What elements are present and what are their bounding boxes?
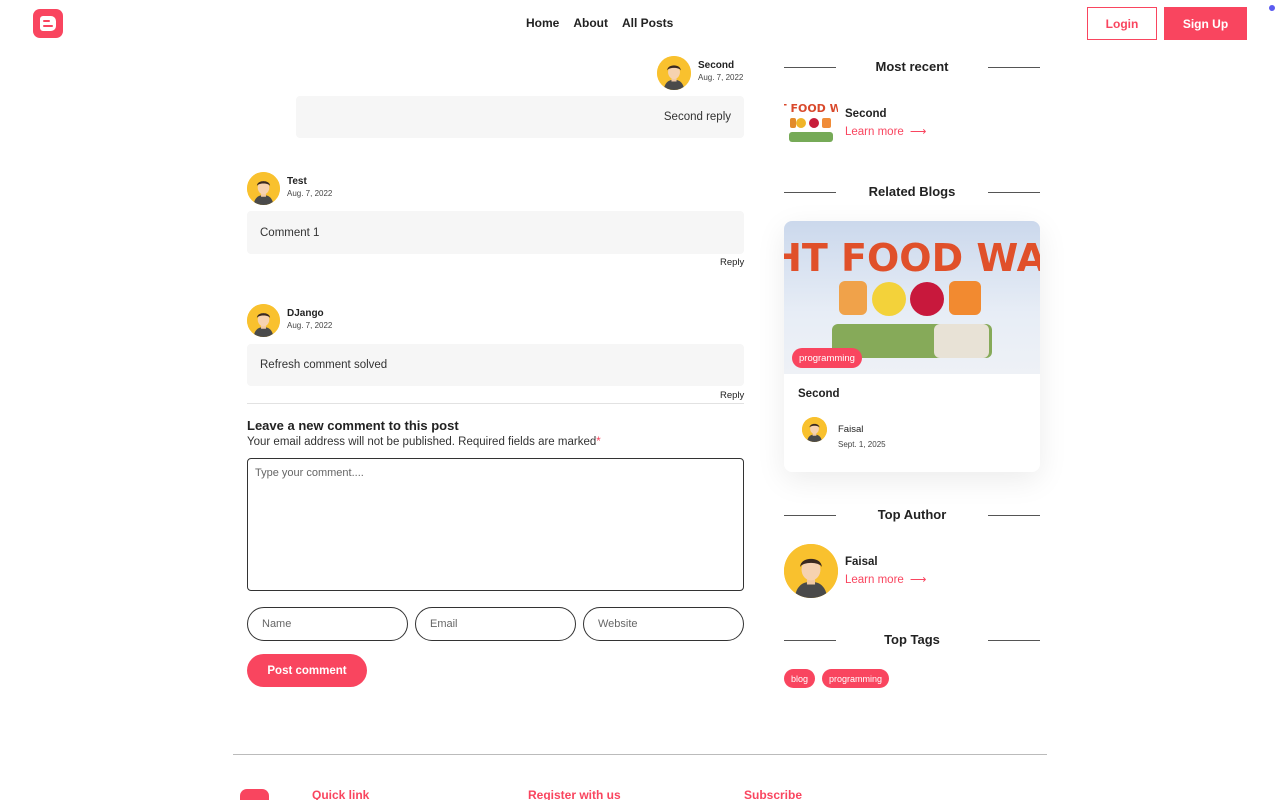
- recent-learn-more-link[interactable]: Learn more ⟶: [845, 124, 926, 138]
- card-author-avatar: [802, 417, 827, 442]
- comment-avatar: [657, 56, 691, 90]
- card-author-name: Faisal: [838, 424, 864, 435]
- arrow-right-icon: ⟶: [909, 126, 927, 138]
- thumb-text-1: FIGHT FOOD WASTE: [784, 102, 838, 115]
- nav-about-link[interactable]: About: [573, 16, 608, 30]
- top-author-avatar[interactable]: [784, 544, 838, 598]
- section-title: Top Tags: [884, 632, 940, 647]
- new-comment-title: Leave a new comment to this post: [247, 418, 459, 433]
- website-input[interactable]: Website: [583, 607, 744, 641]
- top-nav: Home About All Posts Login Sign Up: [0, 0, 1280, 46]
- comment-text: Refresh comment solved: [260, 359, 388, 371]
- related-blogs-heading: Related Blogs: [784, 184, 1040, 200]
- reply-link[interactable]: Reply: [720, 390, 744, 401]
- comment-avatar: [247, 172, 280, 205]
- footer-divider: [233, 754, 1047, 755]
- footer-quick-link-title: Quick link: [312, 788, 370, 800]
- recent-post-title[interactable]: Second: [845, 108, 887, 120]
- name-input[interactable]: Name: [247, 607, 408, 641]
- top-author-name[interactable]: Faisal: [845, 556, 878, 568]
- card-tag-badge[interactable]: programming: [792, 348, 862, 368]
- reply-link[interactable]: Reply: [720, 257, 744, 268]
- related-blog-card[interactable]: FIGHT FOOD WASTE programming Second Fais…: [784, 221, 1040, 472]
- nav-links: Home About All Posts: [526, 16, 673, 30]
- comment-date: Aug. 7, 2022: [698, 73, 744, 82]
- post-comment-button[interactable]: Post comment: [247, 654, 367, 687]
- divider: [247, 403, 744, 404]
- section-title: Top Author: [877, 507, 947, 522]
- most-recent-heading: Most recent: [784, 59, 1040, 75]
- nav-home-link[interactable]: Home: [526, 16, 559, 30]
- signup-button[interactable]: Sign Up: [1164, 7, 1247, 40]
- note-text: Your email address will not be published…: [247, 436, 597, 448]
- comment-author: Test: [287, 176, 307, 187]
- comment-text: Comment 1: [260, 226, 320, 239]
- learn-more-text: Learn more: [845, 126, 904, 138]
- section-title: Related Blogs: [868, 184, 956, 199]
- required-mark: *: [596, 436, 601, 448]
- login-button[interactable]: Login: [1087, 7, 1157, 40]
- email-input[interactable]: Email: [415, 607, 576, 641]
- author-learn-more-link[interactable]: Learn more ⟶: [845, 572, 926, 586]
- footer-subscribe-title: Subscribe: [744, 788, 803, 800]
- section-title: Most recent: [875, 59, 949, 74]
- new-comment-note: Your email address will not be published…: [247, 436, 601, 448]
- top-author-heading: Top Author: [784, 507, 1040, 523]
- status-dot: [1269, 5, 1275, 11]
- comment-text: Second reply: [663, 111, 731, 123]
- footer-register-title: Register with us: [528, 788, 621, 800]
- comment-avatar: [247, 304, 280, 337]
- recent-post-thumbnail[interactable]: FIGHT FOOD WASTE: [784, 98, 838, 146]
- card-image-text: FIGHT FOOD WASTE: [784, 236, 1040, 280]
- card-date: Sept. 1, 2025: [838, 440, 886, 449]
- comment-body: Second reply: [296, 96, 744, 138]
- card-title[interactable]: Second: [798, 388, 840, 400]
- blogger-logo-icon[interactable]: [33, 9, 63, 38]
- footer-logo-icon[interactable]: [240, 789, 269, 800]
- learn-more-text: Learn more: [845, 574, 904, 586]
- top-tags-heading: Top Tags: [784, 632, 1040, 648]
- comment-body: Comment 1: [247, 211, 744, 254]
- comment-date: Aug. 7, 2022: [287, 189, 333, 198]
- comment-date: Aug. 7, 2022: [287, 321, 333, 330]
- comment-body: Refresh comment solved: [247, 344, 744, 386]
- comment-textarea[interactable]: Type your comment....: [247, 458, 744, 591]
- comment-author: DJango: [287, 308, 324, 319]
- tag-blog[interactable]: blog: [784, 669, 816, 688]
- comment-author: Second: [698, 60, 735, 71]
- nav-all-posts-link[interactable]: All Posts: [622, 16, 673, 30]
- arrow-right-icon: ⟶: [909, 574, 927, 586]
- tag-programming[interactable]: programming: [822, 669, 890, 688]
